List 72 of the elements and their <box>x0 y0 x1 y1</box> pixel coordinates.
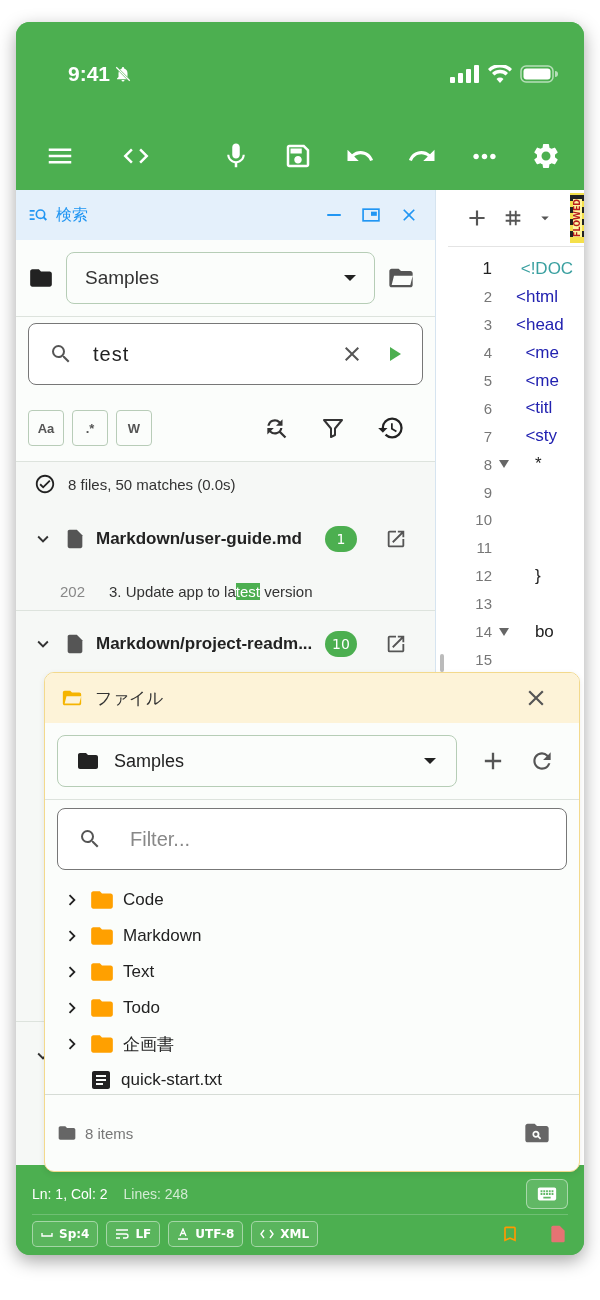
tree-item[interactable]: Markdown <box>45 918 579 954</box>
filter-input[interactable]: Filter... <box>128 826 566 852</box>
overflow-marker: FLOWED <box>570 193 584 243</box>
keyboard-button[interactable] <box>526 1178 568 1209</box>
line-number: 10 <box>474 511 492 529</box>
line-count: Lines: 248 <box>123 1185 190 1202</box>
line-number: 2 <box>482 288 492 306</box>
item-count: 8 items <box>85 1124 135 1142</box>
line-number: 6 <box>482 399 492 417</box>
tree-item[interactable]: Text <box>45 954 579 990</box>
code-text: <me <box>524 370 559 391</box>
line-number: 11 <box>475 539 492 557</box>
code-text: <me <box>524 342 559 363</box>
line-number: 12 <box>474 567 492 585</box>
fold-icon[interactable] <box>498 625 510 638</box>
open-external-icon[interactable] <box>385 633 407 655</box>
text-format-icon <box>177 1228 190 1240</box>
cursor-position: Ln: 1, Col: 2 <box>32 1185 108 1202</box>
folder-icon <box>57 1123 77 1143</box>
panel-title: 検索 <box>56 204 89 226</box>
line-number: 8 <box>482 455 492 473</box>
code-text: bo <box>533 621 554 642</box>
dock-icon[interactable] <box>361 205 381 225</box>
folder-dropdown[interactable]: Samples <box>66 252 375 304</box>
filter-field[interactable]: Filter... <box>57 808 567 870</box>
search-input[interactable]: test <box>91 341 322 367</box>
caret-icon <box>344 275 356 281</box>
line-number: 15 <box>474 650 492 668</box>
wrap-icon <box>115 1228 130 1240</box>
code-text: <!DOC <box>519 258 574 279</box>
tree-item[interactable]: Code <box>45 882 579 918</box>
wifi-icon <box>488 65 512 83</box>
scroll-thumb[interactable] <box>440 654 444 672</box>
line-number: 13 <box>474 595 492 613</box>
line-number: 14 <box>474 623 492 640</box>
line-number: 4 <box>482 344 492 362</box>
folder-dropdown[interactable]: Samples <box>57 735 457 787</box>
result-file-name[interactable]: Markdown/user-guide.md <box>96 529 315 549</box>
match-line-number: 202 <box>60 582 86 600</box>
settings-icon <box>531 141 561 171</box>
tree-item[interactable]: quick-start.txt <box>45 1062 579 1094</box>
search-option-toggle[interactable]: Aa <box>28 410 64 446</box>
window-title: ファイル <box>95 686 164 710</box>
code-text: <html <box>516 286 559 307</box>
code-text: } <box>533 565 541 586</box>
code-text: * <box>533 454 542 475</box>
line-number: 1 <box>481 258 492 279</box>
filter-icon[interactable] <box>321 416 345 440</box>
code-text: <titl <box>524 398 553 419</box>
search-option-toggle[interactable]: .* <box>72 410 108 446</box>
tree-item[interactable]: Todo <box>45 990 579 1026</box>
code-icon <box>260 1228 275 1240</box>
tree-item[interactable]: 企画書 <box>45 1026 579 1062</box>
match-count: 10 <box>325 631 357 657</box>
search-summary: 8 files, 50 matches (0.0s) <box>68 475 236 493</box>
match-count: 1 <box>325 526 357 552</box>
signal-icon <box>450 65 480 83</box>
line-number: 7 <box>482 427 492 445</box>
battery-icon <box>520 65 558 83</box>
open-external-icon[interactable] <box>385 528 407 550</box>
code-text: <sty <box>524 426 558 447</box>
search-option-toggle[interactable]: W <box>116 410 152 446</box>
line-number: 5 <box>482 372 492 389</box>
text-file-icon <box>89 1068 113 1092</box>
status-time: 9:41 <box>68 62 111 86</box>
caret-icon <box>424 758 436 764</box>
line-number: 9 <box>482 483 492 501</box>
more-icon <box>470 152 498 160</box>
search-field[interactable]: test <box>28 323 423 385</box>
result-file-name[interactable]: Markdown/project-readm... <box>96 634 315 654</box>
code-text: <head <box>516 314 564 335</box>
line-number: 3 <box>482 316 492 334</box>
